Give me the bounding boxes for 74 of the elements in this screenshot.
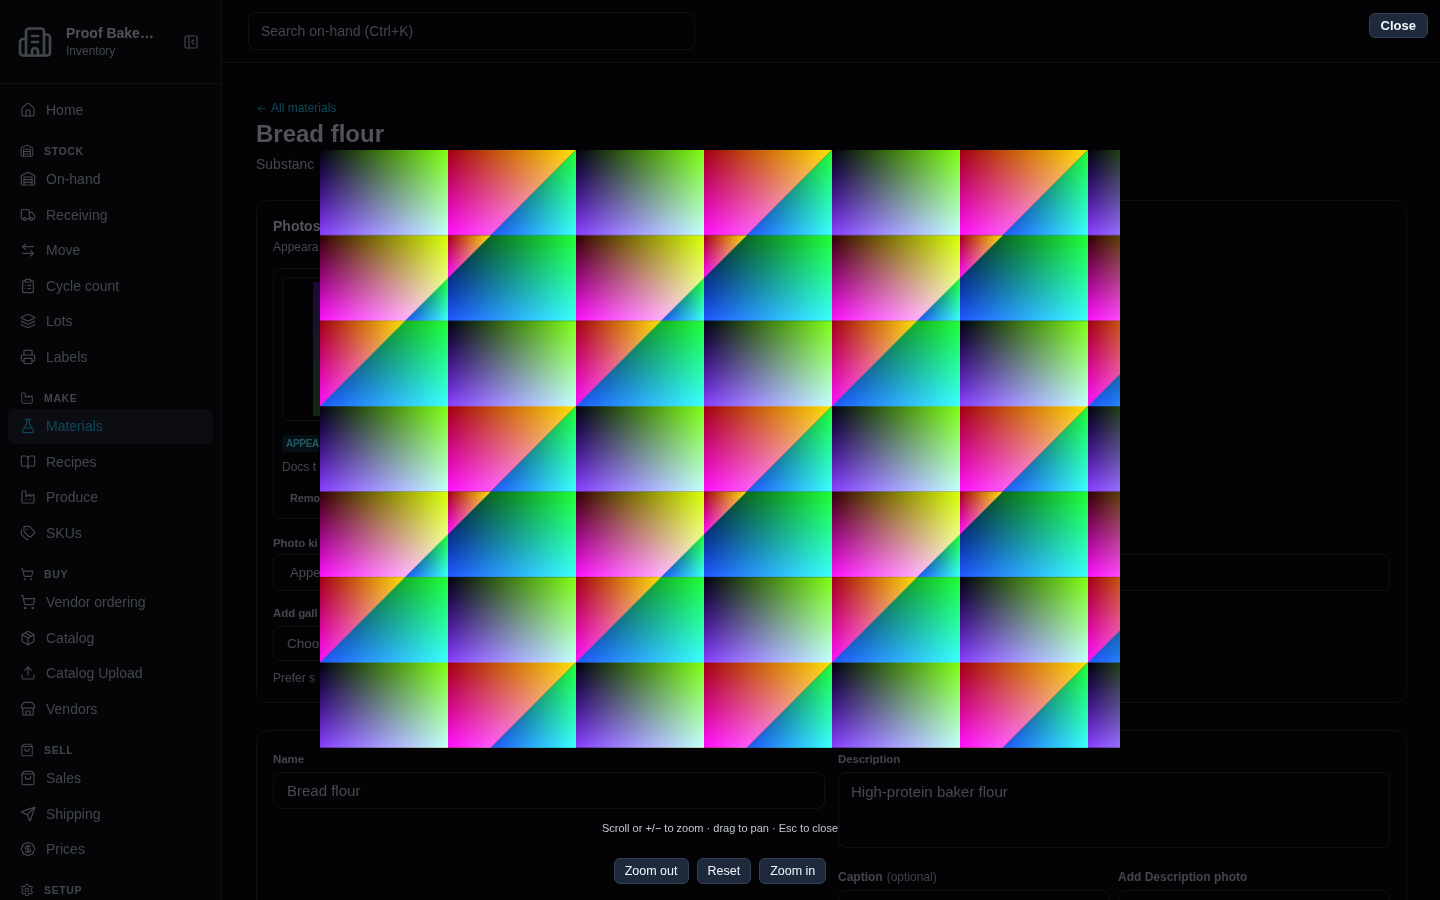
- field-label: Add Description photo: [1118, 870, 1248, 884]
- zoom-control-button[interactable]: Reset: [696, 858, 752, 884]
- field-label: Description: [838, 752, 901, 766]
- dollar-badge-icon: [20, 841, 36, 858]
- nav-item[interactable]: Catalog: [8, 620, 213, 656]
- bag-icon: [20, 742, 34, 757]
- cart-icon: [20, 594, 36, 611]
- nav-item[interactable]: Cycle count: [8, 268, 213, 304]
- warehouse-icon: [20, 171, 36, 188]
- truck-icon: [20, 206, 36, 223]
- factory-icon: [20, 489, 36, 506]
- field-label: Add gall: [273, 606, 318, 620]
- book-icon: [20, 453, 36, 470]
- field-label: Name: [273, 752, 304, 766]
- section-heading: MAKE: [44, 391, 78, 404]
- nav-item[interactable]: Vendor ordering: [8, 584, 213, 620]
- house-icon: [20, 101, 36, 118]
- remove-button[interactable]: Remo: [282, 486, 320, 510]
- upload-icon: [20, 665, 36, 682]
- nav-item[interactable]: SKUs: [8, 515, 213, 551]
- nav-item[interactable]: Vendors: [8, 691, 213, 727]
- nav-item[interactable]: Receiving: [8, 197, 213, 233]
- gear-icon: [20, 883, 34, 897]
- photo-caption: Docs t: [282, 460, 316, 474]
- photo-kind-tag: APPEA: [282, 435, 319, 452]
- optional-note: (optional): [886, 870, 937, 884]
- nav-item[interactable]: Materials: [8, 408, 213, 444]
- nav-item[interactable]: Sales: [8, 760, 213, 796]
- sidebar-toggle-button[interactable]: [183, 33, 199, 50]
- section-heading: STOCK: [44, 144, 84, 157]
- flask-icon: [20, 418, 36, 435]
- printer-icon: [20, 348, 36, 365]
- nav-item[interactable]: Prices: [8, 831, 213, 867]
- field-label: Caption: [838, 870, 883, 884]
- card-title: Photos: [273, 217, 321, 235]
- clipboard-icon: [20, 277, 36, 294]
- brand-name: Proof Bake…: [66, 25, 155, 42]
- nav-item[interactable]: Lots: [8, 303, 213, 339]
- back-link[interactable]: All materials: [256, 101, 337, 115]
- nav-item[interactable]: Catalog Upload: [8, 655, 213, 691]
- package-icon: [20, 629, 36, 646]
- name-input[interactable]: Bread flour: [273, 772, 825, 809]
- nav-item[interactable]: Move: [8, 232, 213, 268]
- page-subtitle: Substanc: [256, 155, 315, 174]
- nav-item[interactable]: Home: [8, 92, 213, 128]
- section-heading: SELL: [44, 743, 74, 756]
- nav-item[interactable]: On-hand: [8, 161, 213, 197]
- layers-icon: [20, 313, 36, 330]
- close-button[interactable]: Close: [1368, 13, 1428, 38]
- description-textarea[interactable]: High-protein baker flour: [838, 772, 1390, 848]
- zoom-control-button[interactable]: Zoom out: [613, 858, 689, 884]
- zoom-hint: Scroll or +/− to zoom · drag to pan · Esc to close: [602, 822, 838, 834]
- arrow-left-icon: [256, 102, 267, 114]
- store-icon: [20, 700, 36, 717]
- nav-item[interactable]: Produce: [8, 479, 213, 515]
- send-icon: [20, 805, 36, 822]
- section-heading: SETUP: [44, 884, 83, 896]
- card-subtitle: Appeara: [273, 239, 319, 255]
- panel-collapse-icon: [183, 33, 199, 50]
- nav-item[interactable]: Labels: [8, 339, 213, 375]
- factory-icon: [20, 390, 34, 405]
- bag-icon: [20, 770, 36, 787]
- nav-item[interactable]: Recipes: [8, 444, 213, 480]
- tags-icon: [20, 524, 36, 541]
- field-label: Photo ki: [273, 536, 318, 550]
- warehouse-icon: [20, 143, 34, 158]
- left-right-arrows-icon: [20, 242, 36, 259]
- page-title: Bread flour: [256, 119, 384, 149]
- nav-item[interactable]: Shipping: [8, 796, 213, 832]
- brand-subtitle: Inventory: [66, 44, 117, 58]
- zoom-control-button[interactable]: Zoom in: [759, 858, 827, 884]
- section-heading: BUY: [44, 567, 69, 580]
- search-field[interactable]: Search on-hand (Ctrl+K): [248, 12, 695, 50]
- cart-icon: [20, 566, 34, 581]
